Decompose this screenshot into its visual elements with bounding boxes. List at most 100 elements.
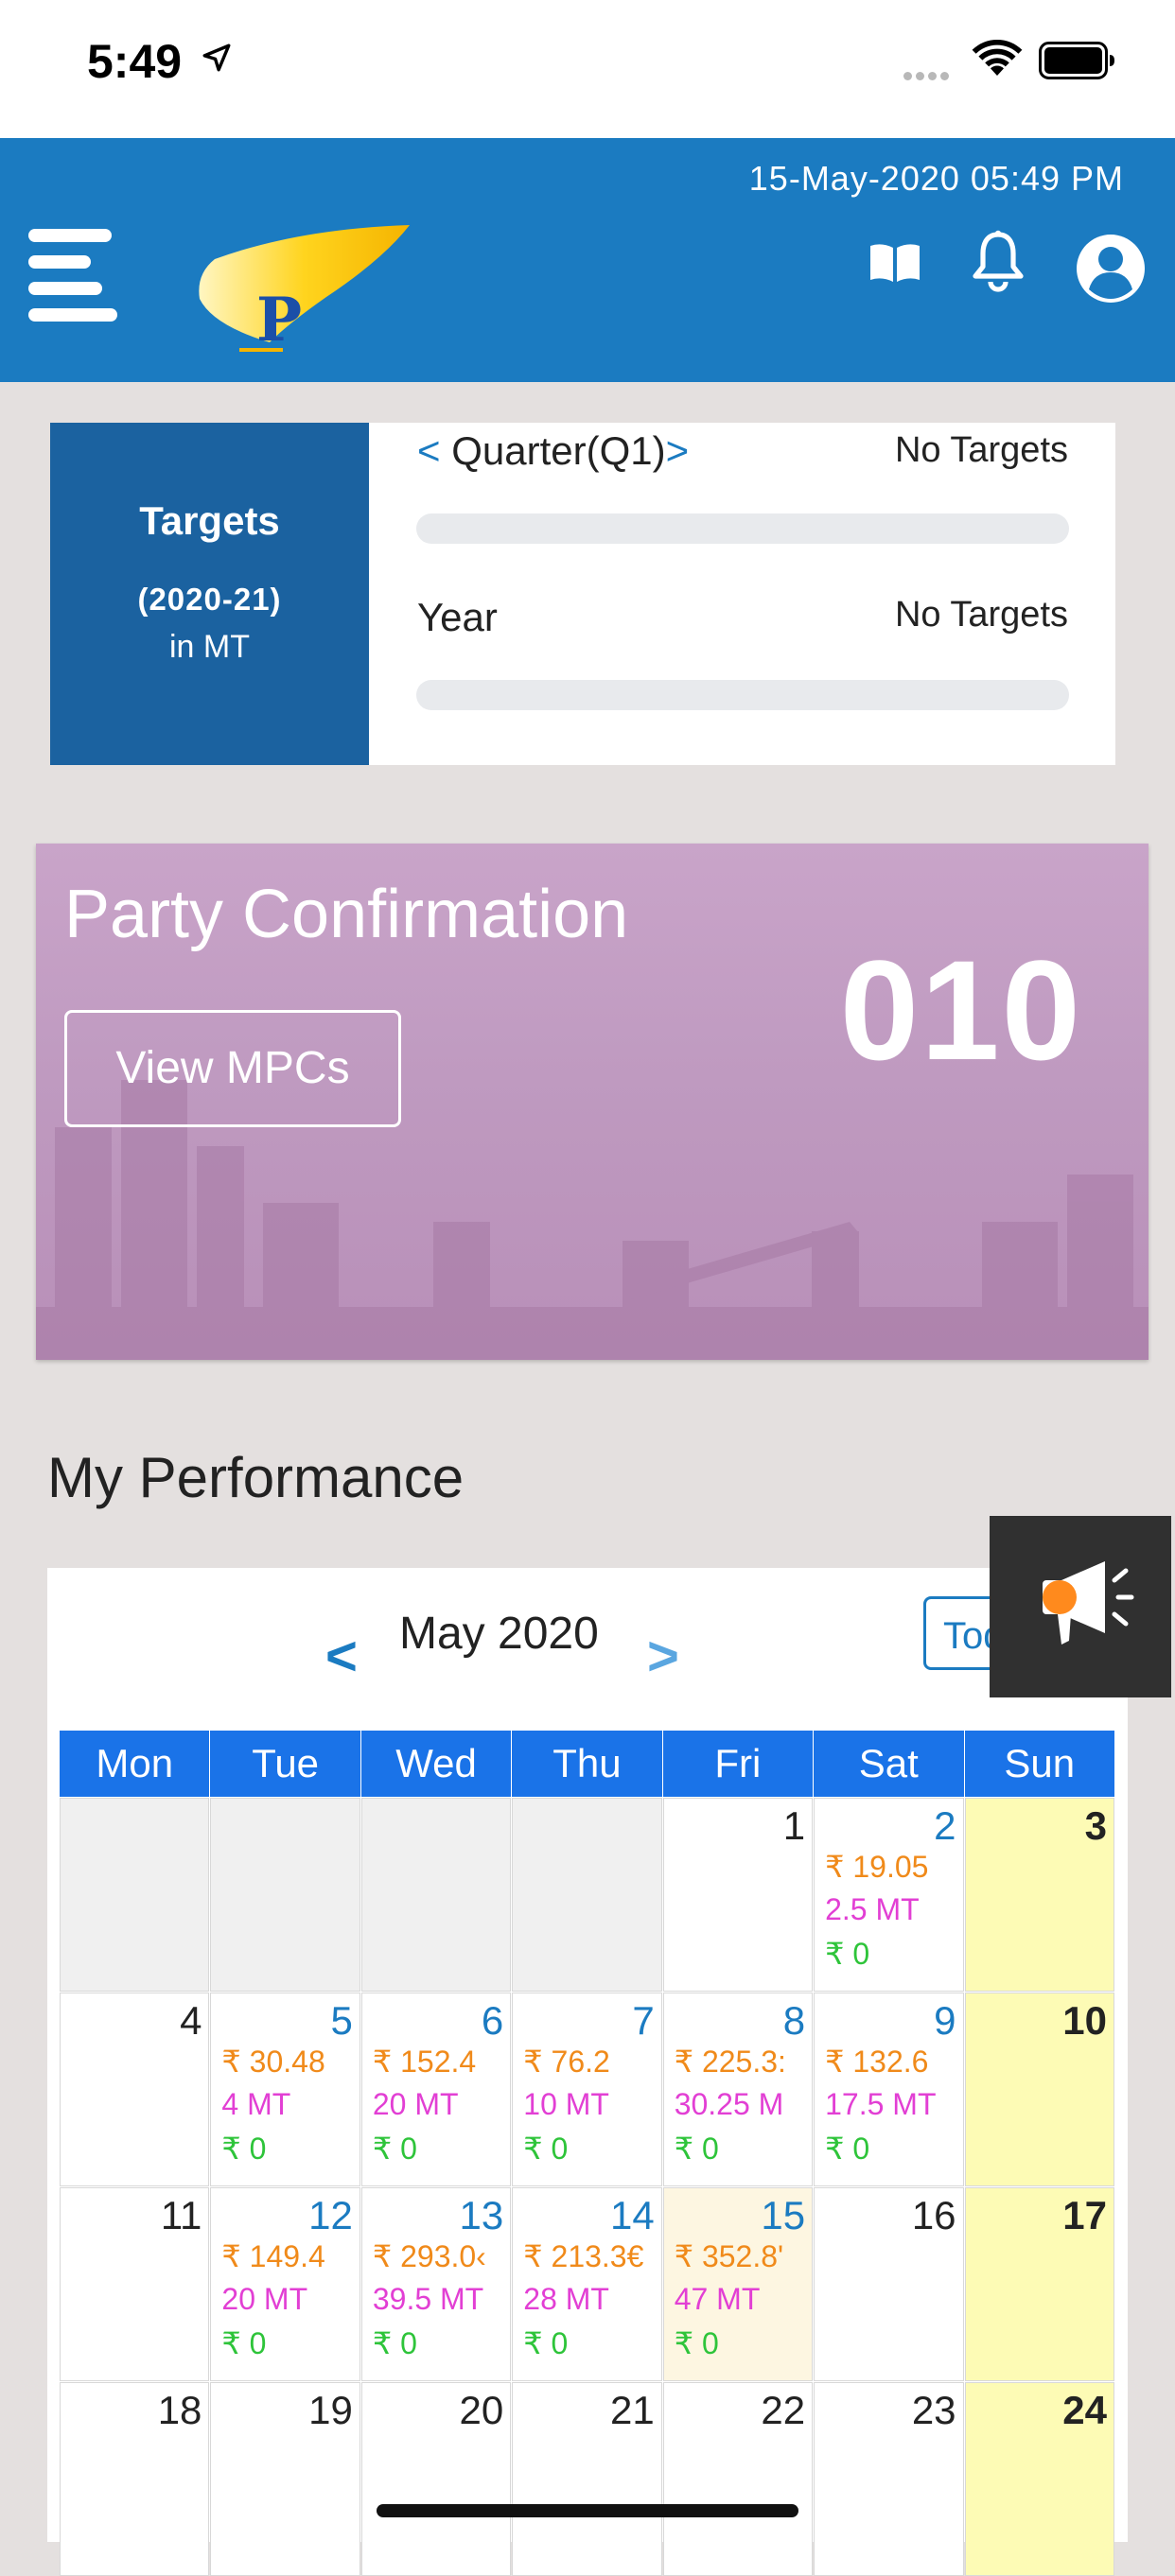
calendar-day-15[interactable]: 15 ₹ 352.8' 47 MT ₹ 0 bbox=[662, 2187, 814, 2381]
calendar-day-16[interactable]: 16 bbox=[814, 2187, 964, 2381]
calendar-day-number: 19 bbox=[308, 2388, 353, 2432]
calendar-week: 18 19 20 21 22 23 24 bbox=[60, 2382, 1115, 2576]
cellular-signal-icon bbox=[903, 68, 953, 85]
megaphone-icon bbox=[1043, 1561, 1134, 1645]
calendar-day-7[interactable]: 7 ₹ 76.2 10 MT ₹ 0 bbox=[512, 1993, 662, 2186]
calendar-day-number: 8 bbox=[782, 1998, 806, 2043]
calendar-prev-button[interactable]: < bbox=[325, 1625, 358, 1688]
menu-icon[interactable] bbox=[28, 229, 117, 322]
quarter-selector: < Quarter(Q1)> bbox=[417, 428, 689, 474]
calendar-week: 11 12 ₹ 149.4 20 MT ₹ 0 13 ₹ 293.0‹ 39.5 MT ₹ 01… bbox=[60, 2187, 1115, 2381]
calendar-day-3[interactable]: 3 bbox=[964, 1798, 1114, 1992]
calendar-day-number: 9 bbox=[934, 1998, 956, 2043]
calendar-day-number: 1 bbox=[782, 1803, 806, 1848]
quarter-prev-button[interactable]: < bbox=[417, 428, 441, 473]
calendar-day-24[interactable]: 24 bbox=[964, 2382, 1114, 2576]
calendar-day-empty bbox=[512, 1798, 662, 1992]
calendar-day-22[interactable]: 22 bbox=[662, 2382, 814, 2576]
day-received: ₹ 0 bbox=[825, 1937, 870, 1971]
day-amount: ₹ 149.4 bbox=[221, 2239, 325, 2273]
calendar-day-empty bbox=[360, 1798, 512, 1992]
calendar-day-number: 22 bbox=[761, 2388, 806, 2432]
calendar-next-button[interactable]: > bbox=[647, 1625, 679, 1688]
weekday-thu: Thu bbox=[512, 1731, 662, 1797]
calendar-day-number: 11 bbox=[160, 2193, 202, 2237]
calendar-day-empty bbox=[60, 1798, 210, 1992]
day-quantity: 4 MT bbox=[221, 2087, 291, 2121]
day-amount: ₹ 352.8' bbox=[674, 2239, 784, 2273]
location-arrow-icon bbox=[202, 44, 231, 72]
weekday-sun: Sun bbox=[964, 1731, 1114, 1797]
performance-calendar: < May 2020 > Today Mon Tue Wed Thu Fri S… bbox=[47, 1568, 1128, 2576]
calendar-day-9[interactable]: 9 ₹ 132.6 17.5 MT ₹ 0 bbox=[814, 1993, 964, 2186]
calendar-day-2[interactable]: 2 ₹ 19.05 2.5 MT ₹ 0 bbox=[814, 1798, 964, 1992]
day-received: ₹ 0 bbox=[523, 2132, 569, 2166]
calendar-day-8[interactable]: 8 ₹ 225.3: 30.25 M ₹ 0 bbox=[662, 1993, 814, 2186]
calendar-day-20[interactable]: 20 bbox=[360, 2382, 512, 2576]
user-icon[interactable] bbox=[1075, 233, 1147, 305]
calendar-day-number: 17 bbox=[1062, 2193, 1107, 2237]
calendar-day-11[interactable]: 11 bbox=[60, 2187, 210, 2381]
day-received: ₹ 0 bbox=[523, 2326, 569, 2360]
calendar-day-18[interactable]: 18 bbox=[60, 2382, 210, 2576]
status-bar: 5:49 bbox=[0, 0, 1175, 138]
day-amount: ₹ 293.0‹ bbox=[372, 2239, 486, 2273]
book-icon[interactable] bbox=[868, 240, 921, 286]
day-received: ₹ 0 bbox=[674, 2132, 719, 2166]
svg-text:P: P bbox=[256, 285, 302, 354]
calendar-day-12[interactable]: 12 ₹ 149.4 20 MT ₹ 0 bbox=[210, 2187, 360, 2381]
targets-summary: Targets (2020-21) in MT bbox=[50, 423, 369, 765]
weekday-tue: Tue bbox=[210, 1731, 360, 1797]
calendar-day-number: 16 bbox=[911, 2193, 956, 2237]
day-received: ₹ 0 bbox=[825, 2132, 870, 2166]
calendar-day-17[interactable]: 17 bbox=[964, 2187, 1114, 2381]
bell-icon[interactable] bbox=[970, 229, 1026, 293]
view-mpcs-button[interactable]: View MPCs bbox=[64, 1010, 401, 1127]
calendar-day-number: 21 bbox=[609, 2388, 655, 2432]
weekday-sat: Sat bbox=[814, 1731, 964, 1797]
calendar-day-number: 18 bbox=[157, 2388, 202, 2432]
day-received: ₹ 0 bbox=[372, 2132, 417, 2166]
calendar-day-19[interactable]: 19 bbox=[210, 2382, 360, 2576]
calendar-day-number: 12 bbox=[308, 2193, 353, 2237]
calendar-day-number: 2 bbox=[934, 1803, 956, 1848]
day-amount: ₹ 213.3€ bbox=[523, 2239, 644, 2273]
day-quantity: 30.25 M bbox=[674, 2087, 784, 2121]
party-confirmation-card[interactable]: Party Confirmation 010 View MPCs bbox=[36, 844, 1149, 1360]
battery-icon bbox=[1039, 42, 1114, 79]
calendar-day-10[interactable]: 10 bbox=[964, 1993, 1114, 2186]
calendar-weeks: 1 2 ₹ 19.05 2.5 MT ₹ 0 3 4 5 ₹ 30.48 4 MT ₹ 0 6 ₹ 15… bbox=[60, 1798, 1115, 2576]
calendar-day-number: 3 bbox=[1084, 1803, 1107, 1848]
calendar-day-21[interactable]: 21 bbox=[512, 2382, 662, 2576]
calendar-day-number: 5 bbox=[330, 1998, 353, 2043]
targets-unit: in MT bbox=[169, 629, 250, 665]
calendar-day-number: 14 bbox=[609, 2193, 655, 2237]
quarter-label: Quarter(Q1) bbox=[451, 428, 666, 473]
calendar-day-number: 6 bbox=[481, 1998, 504, 2043]
day-received: ₹ 0 bbox=[221, 2132, 267, 2166]
weekday-mon: Mon bbox=[60, 1731, 210, 1797]
calendar-day-1[interactable]: 1 bbox=[662, 1798, 814, 1992]
calendar-day-5[interactable]: 5 ₹ 30.48 4 MT ₹ 0 bbox=[210, 1993, 360, 2186]
calendar-day-4[interactable]: 4 bbox=[60, 1993, 210, 2186]
day-amount: ₹ 132.6 bbox=[825, 2045, 929, 2079]
year-target-value: No Targets bbox=[894, 595, 1068, 635]
calendar-day-number: 15 bbox=[761, 2193, 806, 2237]
calendar-day-14[interactable]: 14 ₹ 213.3€ 28 MT ₹ 0 bbox=[512, 2187, 662, 2381]
party-confirmation-count: 010 bbox=[839, 931, 1082, 1089]
quarter-next-button[interactable]: > bbox=[666, 428, 690, 473]
year-label: Year bbox=[417, 595, 498, 639]
quarter-target-value: No Targets bbox=[894, 430, 1068, 470]
day-received: ₹ 0 bbox=[372, 2326, 417, 2360]
announcement-floating-button[interactable] bbox=[990, 1516, 1171, 1697]
calendar-day-number: 24 bbox=[1062, 2388, 1107, 2432]
home-indicator bbox=[377, 2504, 798, 2517]
calendar-day-13[interactable]: 13 ₹ 293.0‹ 39.5 MT ₹ 0 bbox=[360, 2187, 512, 2381]
calendar-day-23[interactable]: 23 bbox=[814, 2382, 964, 2576]
day-amount: ₹ 152.4 bbox=[372, 2045, 477, 2079]
day-amount: ₹ 19.05 bbox=[825, 1850, 929, 1884]
calendar-day-6[interactable]: 6 ₹ 152.4 20 MT ₹ 0 bbox=[360, 1993, 512, 2186]
calendar-day-number: 10 bbox=[1062, 1998, 1107, 2043]
day-quantity: 20 MT bbox=[221, 2282, 308, 2316]
year-progress-bar bbox=[416, 680, 1069, 710]
